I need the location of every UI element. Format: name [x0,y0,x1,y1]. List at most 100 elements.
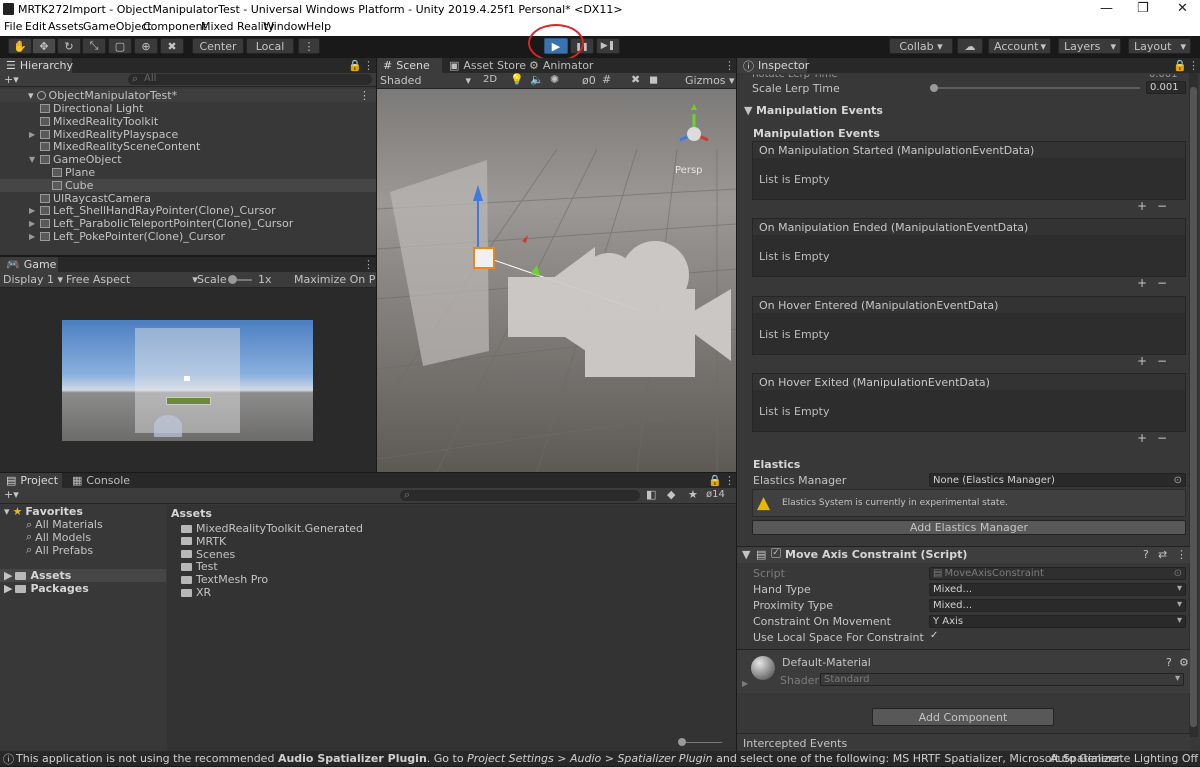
use-local-space-checkbox[interactable]: ✓ [930,630,942,642]
constraint-on-movement-dropdown[interactable]: Y Axis [929,615,1186,628]
layout-dropdown[interactable]: Layout ▾ [1128,38,1191,54]
tab-game[interactable]: 🎮 Game [0,257,58,272]
collab-button[interactable]: Collab ▾ [889,38,953,54]
tab-inspector[interactable]: ⓘ Inspector [737,58,809,73]
add-event-button[interactable]: + [1137,431,1147,445]
elastics-manager-field[interactable]: None (Elastics Manager) ⊙ [929,473,1186,487]
add-event-button[interactable]: + [1137,276,1147,290]
custom-tool-icon[interactable]: ✖ [160,38,184,54]
tab-project[interactable]: ▤ Project [0,473,62,488]
help-icon[interactable]: ? [1143,548,1149,561]
scene-viewport[interactable]: Persp [377,89,736,472]
menu-icon[interactable]: ⋮ [724,59,735,72]
menu-file[interactable]: File [4,20,22,33]
asset-folder[interactable]: TextMesh Pro [167,573,736,586]
object-picker-icon[interactable]: ⊙ [1174,475,1182,486]
hidden-objects-toggle[interactable]: ø0 [582,74,596,87]
rotate-tool-icon[interactable]: ↻ [57,38,81,54]
favorite-item[interactable]: ⌕ All Prefabs [0,543,166,557]
hierarchy-item[interactable]: Directional Light [0,102,376,115]
menu-icon[interactable]: ⋮ [724,474,735,487]
hierarchy-item[interactable]: UIRaycastCamera [0,192,376,205]
manipulation-events-foldout[interactable]: ▼ Manipulation Events [744,104,883,117]
camera-icon[interactable]: ◼ [649,73,658,86]
asset-folder[interactable]: Scenes [167,548,736,561]
scale-tool-icon[interactable]: ⤡ [82,38,106,54]
add-icon[interactable]: +▾ [4,73,19,86]
tab-console[interactable]: ▦ Console [66,473,130,488]
grid-icon[interactable]: # [602,73,611,86]
favorite-item[interactable]: ⌕ All Models [0,530,166,544]
add-component-button[interactable]: Add Component [872,708,1054,726]
pivot-local-button[interactable]: Local [246,38,294,54]
create-icon[interactable]: +▾ [4,488,19,501]
scale-slider[interactable] [228,275,252,284]
persp-label[interactable]: Persp [675,165,703,176]
assets-root-row[interactable]: ▶ Assets [0,569,166,582]
project-search-input[interactable]: ⌕ [400,488,640,501]
expand-arrow-icon[interactable]: ▶ [29,130,35,139]
menu-icon[interactable]: ⋮ [363,258,374,271]
cube-object[interactable] [473,247,495,269]
packages-root-row[interactable]: ▶ Packages [0,582,166,595]
scale-lerp-slider[interactable] [930,84,1140,92]
remove-event-button[interactable]: − [1157,199,1167,213]
slider-thumb[interactable] [228,275,237,284]
lighting-icon[interactable]: 💡 [510,73,524,86]
breadcrumb-assets[interactable]: Assets [171,507,212,520]
maximize-button[interactable]: ❐ [1137,1,1149,16]
maximize-on-play-toggle[interactable]: Maximize On Play [294,273,376,286]
aspect-dropdown[interactable]: Free Aspect ▾ [66,273,198,286]
favorite-item[interactable]: ⌕ All Materials [0,518,166,532]
intercepted-events-bar[interactable]: Intercepted Events [737,733,1190,751]
component-enabled-checkbox[interactable]: ✓ [771,548,781,558]
hierarchy-search-input[interactable]: ⌕ All [128,72,372,85]
hierarchy-item[interactable]: Plane [0,166,376,179]
preset-icon[interactable]: ⇄ [1158,548,1167,561]
minimize-button[interactable]: — [1100,1,1113,16]
expand-arrow-icon[interactable]: ▶ [29,219,35,228]
add-elastics-manager-button[interactable]: Add Elastics Manager [752,520,1186,535]
expand-arrow-icon[interactable]: ▶ [742,679,748,688]
display-dropdown[interactable]: Display 1 ▾ [3,273,63,286]
asset-folder[interactable]: MixedRealityToolkit.Generated [167,522,736,535]
asset-folder[interactable]: Test [167,560,736,573]
tab-asset-store[interactable]: ▣ Asset Store [443,58,526,73]
expand-arrow-icon[interactable]: ▶ [29,232,35,241]
hierarchy-item[interactable]: ▶ Left_PokePointer(Clone)_Cursor [0,230,376,243]
account-dropdown[interactable]: Account ▾ [988,38,1051,54]
menu-edit[interactable]: Edit [25,20,46,33]
filter-label-icon[interactable]: ◆ [667,488,675,501]
menu-assets[interactable]: Assets [48,20,84,33]
tools-icon[interactable]: ✖ [631,73,640,86]
grid-snap-icon[interactable]: ⋮ [298,38,320,54]
gear-icon[interactable]: ⚙ [1179,656,1189,669]
menu-gameobject[interactable]: GameObject [83,20,152,33]
lock-icon[interactable]: 🔒 [1173,59,1187,72]
rect-tool-icon[interactable]: ▢ [108,38,132,54]
step-button[interactable]: ▶❚ [596,38,620,54]
proximity-type-dropdown[interactable]: Mixed... [929,599,1186,612]
filter-type-icon[interactable]: ◧ [646,488,656,501]
tab-hierarchy[interactable]: ☰ Hierarchy [0,58,73,73]
lock-icon[interactable]: 🔒 [348,59,362,72]
hierarchy-item[interactable]: ▶ Left_ParabolicTeleportPointer(Clone)_Cu… [0,217,376,230]
gizmos-dropdown[interactable]: Gizmos ▾ [685,74,735,87]
slider-thumb[interactable] [678,738,686,746]
favorite-icon[interactable]: ★ [688,488,698,501]
hierarchy-item[interactable]: ▶ MixedRealityPlayspace [0,128,376,141]
menu-help[interactable]: Help [306,20,331,33]
remove-event-button[interactable]: − [1157,276,1167,290]
project-zoom-slider[interactable] [678,738,722,746]
hierarchy-item[interactable]: ▶ Left_ShellHandRayPointer(Clone)_Cursor [0,204,376,217]
shading-dropdown[interactable]: Shaded ▾ [380,74,471,87]
menu-icon[interactable]: ⋮ [1176,548,1187,561]
move-tool-icon[interactable]: ✥ [32,38,56,54]
transform-tool-icon[interactable]: ⊕ [134,38,158,54]
layers-dropdown[interactable]: Layers ▾ [1058,38,1121,54]
tab-scene[interactable]: # Scene [377,58,442,73]
menu-component[interactable]: Component [143,20,207,33]
scene-row[interactable]: ▾ ObjectManipulatorTest* ⋮ [0,89,376,102]
remove-event-button[interactable]: − [1157,431,1167,445]
hierarchy-item[interactable]: MixedRealityToolkit [0,115,376,128]
